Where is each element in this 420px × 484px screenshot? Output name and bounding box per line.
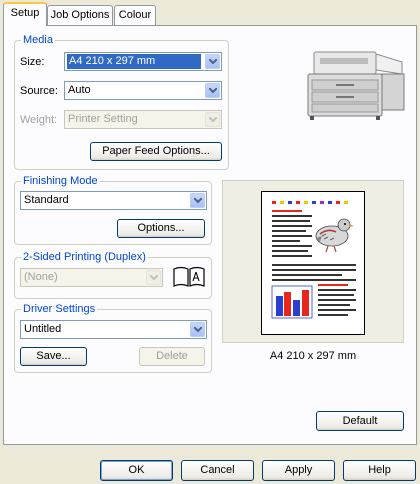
tab-job-options[interactable]: Job Options [47, 5, 113, 25]
size-label: Size: [20, 56, 45, 68]
duplex-group-title: 2-Sided Printing (Duplex) [21, 250, 148, 264]
chevron-down-icon [205, 112, 220, 127]
media-group-title: Media [21, 33, 55, 47]
chevron-down-icon [146, 270, 161, 285]
chevron-down-icon [205, 54, 220, 69]
tab-label: Job Options [50, 9, 110, 21]
source-select-value: Auto [68, 84, 91, 96]
size-select-value: A4 210 x 297 mm [67, 54, 201, 69]
size-select[interactable]: A4 210 x 297 mm [64, 52, 222, 71]
finishing-options-button[interactable]: Options... [117, 219, 205, 238]
printer-image [300, 44, 410, 124]
finishing-mode-select[interactable]: Standard [20, 191, 207, 210]
preview-caption: A4 210 x 297 mm [269, 350, 357, 362]
chevron-down-icon [205, 83, 220, 98]
weight-select-value: Printer Setting [68, 113, 138, 125]
duplex-select-value: (None) [24, 271, 58, 283]
finishing-mode-value: Standard [24, 194, 69, 206]
preview-bird-image [315, 218, 354, 253]
cancel-button[interactable]: Cancel [181, 460, 254, 481]
preview-color-marks [272, 201, 348, 204]
page-preview-area [222, 180, 404, 343]
driver-settings-value: Untitled [24, 323, 62, 335]
driver-settings-select[interactable]: Untitled [20, 320, 207, 339]
tab-label: Colour [118, 9, 152, 21]
chevron-down-icon [190, 193, 205, 208]
delete-driver-settings-button[interactable]: Delete [139, 347, 205, 366]
preview-bar-chart [271, 285, 313, 319]
tab-colour[interactable]: Colour [114, 5, 156, 25]
source-select[interactable]: Auto [64, 81, 222, 100]
save-driver-settings-button[interactable]: Save... [20, 347, 87, 366]
weight-select[interactable]: Printer Setting [64, 110, 222, 129]
weight-label: Weight: [20, 114, 58, 126]
source-label: Source: [20, 85, 58, 97]
apply-button[interactable]: Apply [262, 460, 335, 481]
finishing-group-title: Finishing Mode [21, 174, 100, 188]
ok-button[interactable]: OK [100, 460, 173, 481]
paper-feed-options-button[interactable]: Paper Feed Options... [90, 142, 222, 161]
duplex-select[interactable]: (None) [20, 268, 163, 287]
chevron-down-icon [190, 322, 205, 337]
help-button[interactable]: Help [343, 460, 416, 481]
default-button[interactable]: Default [316, 411, 404, 431]
page-preview [261, 191, 365, 335]
duplex-book-icon [172, 265, 206, 289]
driver-settings-group-title: Driver Settings [21, 302, 98, 316]
tab-setup[interactable]: Setup [3, 2, 47, 26]
tab-label: Setup [10, 7, 40, 19]
